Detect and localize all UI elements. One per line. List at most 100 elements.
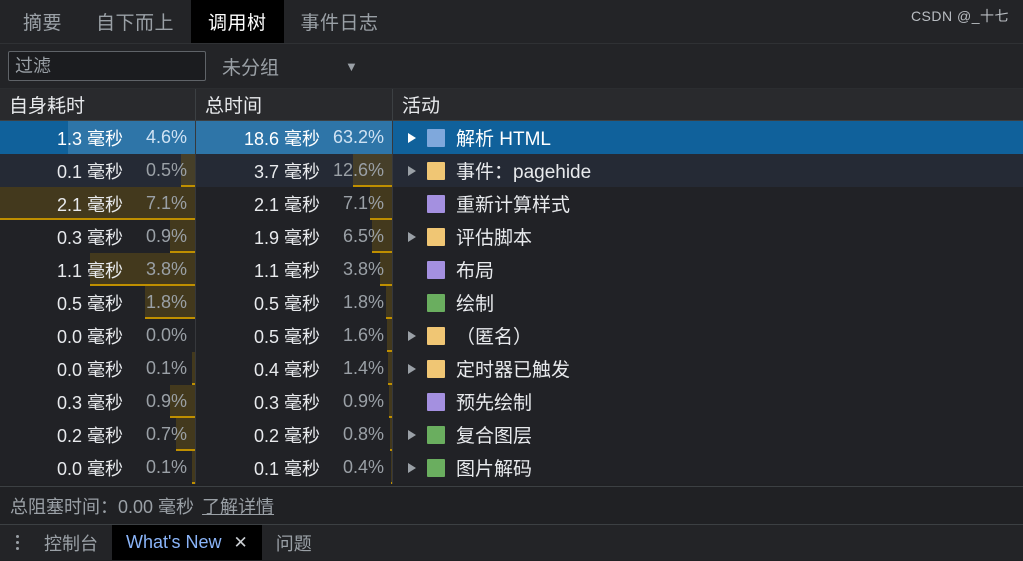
disclosure-spacer	[404, 196, 419, 211]
self-time-percent: 0.1%	[145, 358, 187, 378]
activity-label: 定时器已触发	[456, 360, 571, 381]
learn-more-link[interactable]: 了解详情	[202, 493, 274, 519]
table-row[interactable]: 2.1 毫秒 7.1% 2.1 毫秒 7.1% 重新计算样式	[0, 187, 1023, 220]
activity-color-swatch	[427, 227, 445, 246]
column-header-self-time[interactable]: 自身耗时	[0, 89, 196, 120]
cell-activity: （匿名）	[393, 319, 1023, 352]
disclosure-spacer	[404, 262, 419, 277]
expand-triangle-icon[interactable]	[404, 229, 419, 244]
activity-label: 绘制	[456, 294, 495, 315]
drawer-tab-2[interactable]: 问题	[262, 525, 326, 560]
cell-total-time: 1.1 毫秒 3.8%	[196, 253, 393, 286]
panel-tab-2[interactable]: 调用树	[191, 0, 284, 43]
table-row[interactable]: 0.5 毫秒 1.8% 0.5 毫秒 1.8% 绘制	[0, 286, 1023, 319]
cell-total-time: 0.1 毫秒 0.4%	[196, 451, 393, 484]
drawer-tab-1[interactable]: What's New ✕	[112, 525, 262, 560]
cell-activity: 评估脚本	[393, 220, 1023, 253]
activity-color-swatch	[427, 458, 445, 477]
expand-triangle-icon[interactable]	[404, 163, 419, 178]
table-row[interactable]: 0.3 毫秒 0.9% 1.9 毫秒 6.5% 评估脚本	[0, 220, 1023, 253]
total-time-value: 1.1 毫秒	[253, 260, 320, 281]
total-time-value: 0.3 毫秒	[253, 392, 320, 413]
total-time-percent: 0.4%	[342, 457, 384, 477]
total-blocking-time-label: 总阻塞时间：0.00 毫秒	[10, 496, 195, 517]
total-time-percent: 0.9%	[342, 391, 384, 411]
table-row[interactable]: 1.1 毫秒 3.8% 1.1 毫秒 3.8% 布局	[0, 253, 1023, 286]
self-time-percent: 0.1%	[145, 457, 187, 477]
column-header-activity[interactable]: 活动	[393, 89, 1023, 120]
panel-tab-0[interactable]: 摘要	[6, 0, 79, 43]
activity-color-swatch	[427, 128, 445, 147]
table-row[interactable]: 1.3 毫秒 4.6% 18.6 毫秒 63.2% 解析 HTML	[0, 121, 1023, 154]
call-tree-toolbar: 未分组 ▼	[0, 44, 1023, 89]
activity-label: 图片解码	[456, 459, 533, 480]
total-time-percent: 1.8%	[342, 292, 384, 312]
cell-self-time: 0.3 毫秒 0.9%	[0, 220, 196, 253]
self-time-percent: 4.6%	[145, 127, 187, 147]
table-header-row: 自身耗时 总时间 活动	[0, 89, 1023, 121]
panel-tab-3[interactable]: 事件日志	[284, 0, 396, 43]
activity-color-swatch	[427, 392, 445, 411]
self-time-percent: 0.9%	[145, 391, 187, 411]
self-time-percent: 3.8%	[145, 259, 187, 279]
expand-triangle-icon[interactable]	[404, 460, 419, 475]
disclosure-spacer	[404, 295, 419, 310]
filter-input[interactable]	[8, 51, 206, 81]
expand-triangle-icon[interactable]	[404, 361, 419, 376]
table-row[interactable]: 0.2 毫秒 0.7% 0.2 毫秒 0.8% 复合图层	[0, 418, 1023, 451]
cell-activity: 定时器已触发	[393, 352, 1023, 385]
cell-total-time: 0.2 毫秒 0.8%	[196, 418, 393, 451]
cell-activity: 布局	[393, 253, 1023, 286]
total-time-value: 0.2 毫秒	[253, 425, 320, 446]
expand-triangle-icon[interactable]	[404, 427, 419, 442]
cell-self-time: 0.1 毫秒 0.5%	[0, 154, 196, 187]
activity-color-swatch	[427, 194, 445, 213]
self-time-percent: 0.5%	[145, 160, 187, 180]
table-row[interactable]: 0.0 毫秒 0.1% 0.4 毫秒 1.4% 定时器已触发	[0, 352, 1023, 385]
column-header-total-time[interactable]: 总时间	[196, 89, 393, 120]
total-time-value: 0.4 毫秒	[253, 359, 320, 380]
self-time-value: 2.1 毫秒	[56, 194, 123, 215]
cell-self-time: 0.0 毫秒 0.1%	[0, 451, 196, 484]
cell-self-time: 0.0 毫秒 0.0%	[0, 319, 196, 352]
table-row[interactable]: 0.1 毫秒 0.5% 3.7 毫秒 12.6% 事件：pagehide	[0, 154, 1023, 187]
total-time-value: 0.5 毫秒	[253, 326, 320, 347]
total-time-percent: 12.6%	[332, 160, 384, 180]
expand-triangle-icon[interactable]	[404, 328, 419, 343]
cell-self-time: 0.0 毫秒 0.1%	[0, 352, 196, 385]
chevron-down-icon: ▼	[345, 58, 358, 74]
activity-color-swatch	[427, 260, 445, 279]
close-icon[interactable]: ✕	[233, 533, 247, 553]
cell-activity: 复合图层	[393, 418, 1023, 451]
total-time-percent: 7.1%	[342, 193, 384, 213]
cell-activity: 重新计算样式	[393, 187, 1023, 220]
cell-total-time: 0.3 毫秒 0.9%	[196, 385, 393, 418]
cell-total-time: 0.5 毫秒 1.6%	[196, 319, 393, 352]
self-time-value: 0.3 毫秒	[56, 392, 123, 413]
total-time-percent: 1.6%	[342, 325, 384, 345]
table-row[interactable]: 0.0 毫秒 0.1% 0.1 毫秒 0.4% 图片解码	[0, 451, 1023, 484]
expand-triangle-icon[interactable]	[404, 130, 419, 145]
status-bar: 总阻塞时间：0.00 毫秒 了解详情	[0, 486, 1023, 524]
cell-total-time: 18.6 毫秒 63.2%	[196, 121, 393, 154]
self-time-value: 0.2 毫秒	[56, 425, 123, 446]
total-time-value: 18.6 毫秒	[243, 128, 320, 149]
cell-self-time: 0.2 毫秒 0.7%	[0, 418, 196, 451]
cell-activity: 绘制	[393, 286, 1023, 319]
more-vertical-icon[interactable]	[4, 525, 30, 560]
total-time-percent: 63.2%	[332, 127, 384, 147]
self-time-value: 0.3 毫秒	[56, 227, 123, 248]
table-row[interactable]: 0.0 毫秒 0.0% 0.5 毫秒 1.6% （匿名）	[0, 319, 1023, 352]
cell-self-time: 0.3 毫秒 0.9%	[0, 385, 196, 418]
cell-self-time: 0.5 毫秒 1.8%	[0, 286, 196, 319]
cell-total-time: 0.5 毫秒 1.8%	[196, 286, 393, 319]
total-time-value: 1.9 毫秒	[253, 227, 320, 248]
grouping-select-label: 未分组	[222, 57, 280, 79]
self-time-percent: 0.7%	[145, 424, 187, 444]
bottom-drawer: 控制台 What's New ✕ 问题	[0, 524, 1023, 560]
self-time-percent: 1.8%	[145, 292, 187, 312]
panel-tab-1[interactable]: 自下而上	[79, 0, 191, 43]
drawer-tab-0[interactable]: 控制台	[30, 525, 112, 560]
grouping-select[interactable]: 未分组 ▼	[222, 53, 358, 80]
table-row[interactable]: 0.3 毫秒 0.9% 0.3 毫秒 0.9% 预先绘制	[0, 385, 1023, 418]
